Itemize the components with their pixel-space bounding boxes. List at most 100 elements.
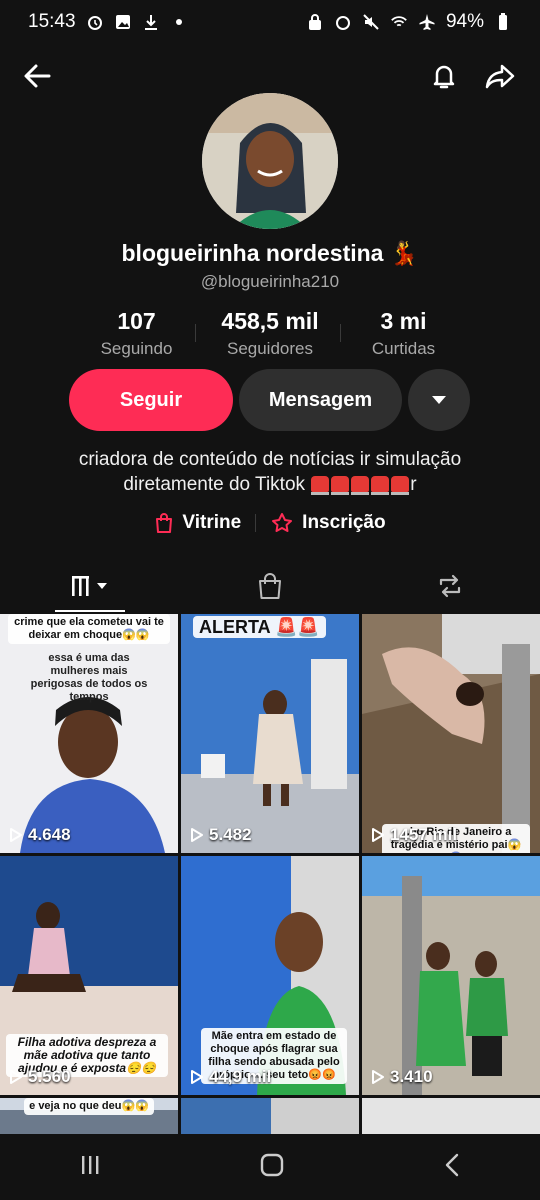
view-count-value: 5.482 [209, 825, 252, 844]
crown-star-icon [272, 513, 293, 532]
follow-button[interactable]: Seguir [69, 369, 233, 431]
stat-value: 458,5 mil [221, 308, 319, 334]
view-count-value: 44,9 mil [209, 1067, 272, 1086]
subscription-label: Inscrição [302, 512, 386, 533]
recent-apps-icon [82, 1155, 99, 1174]
bell-icon [433, 65, 455, 89]
avatar[interactable] [202, 93, 338, 229]
shopping-bag-icon [259, 573, 281, 599]
stat-value: 107 [117, 308, 156, 334]
tab-reposts[interactable] [360, 560, 540, 612]
stat-label: Seguidores [226, 339, 313, 358]
video-caption: crime que ela cometeu vai te deixar em c… [8, 614, 170, 644]
content-tabs [0, 560, 540, 612]
triangle-down-icon [432, 396, 446, 404]
showcase-link[interactable]: Vitrine [154, 512, 241, 534]
battery-percent: 94% [445, 11, 484, 32]
siren-emoji-icon [331, 476, 350, 495]
clock: 15:43 [28, 11, 76, 32]
video-tile[interactable]: Mãe entra em estado de choque após flagr… [181, 856, 359, 1095]
mute-icon [362, 13, 380, 31]
siren-emoji-icon [351, 476, 370, 495]
video-tile[interactable]: 3.410 [362, 856, 540, 1095]
repost-icon [439, 574, 461, 598]
notification-button[interactable] [424, 56, 464, 96]
suggested-accounts-button[interactable] [408, 369, 470, 431]
bio-line-1: criadora de conteúdo de notícias ir simu… [78, 449, 462, 470]
play-icon [191, 1070, 203, 1084]
image-icon [114, 13, 132, 31]
status-bar: 15:43 94% [0, 0, 540, 44]
profile-photo [202, 93, 338, 229]
view-count: 3.410 [372, 1067, 433, 1087]
video-tile[interactable] [181, 1098, 359, 1134]
subscription-link[interactable]: Inscrição [270, 512, 386, 534]
view-count-value: 3.410 [390, 1067, 433, 1086]
message-button[interactable]: Mensagem [239, 369, 402, 431]
play-icon [10, 828, 22, 842]
divider [195, 324, 196, 342]
video-tile[interactable]: e veja no que deu😱😱 [0, 1098, 178, 1134]
view-count-value: 1457 mil [390, 825, 458, 844]
stat-value: 3 mi [380, 308, 427, 334]
profile-bio: criadora de conteúdo de notícias ir simu… [40, 447, 500, 497]
lock-icon [306, 13, 324, 31]
airplane-icon [418, 13, 436, 31]
video-tile[interactable]: ALERTA 🚨🚨 5.482 [181, 614, 359, 853]
stat-following[interactable]: 107 Seguindo [70, 308, 203, 359]
alarm-icon [86, 13, 104, 31]
video-caption: essa é uma das mulheres mais perigosas d… [30, 652, 148, 703]
bio-text: diretamente do Tiktok [123, 474, 306, 495]
home-icon [260, 1153, 284, 1176]
stat-likes: 3 mi Curtidas [337, 308, 470, 359]
share-arrow-icon [485, 64, 515, 89]
view-count: 5.482 [191, 825, 252, 845]
video-thumbnail [362, 614, 540, 853]
video-caption: ALERTA 🚨🚨 [193, 616, 326, 638]
video-caption: e veja no que deu😱😱 [24, 1098, 154, 1115]
back-button[interactable] [17, 56, 57, 96]
video-tile[interactable]: crime que ela cometeu vai te deixar em c… [0, 614, 178, 853]
profile-links: Vitrine Inscrição [0, 512, 540, 534]
wifi-icon [390, 13, 408, 31]
share-button[interactable] [480, 56, 520, 96]
stat-label: Curtidas [371, 339, 436, 358]
view-count: 44,9 mil [191, 1067, 271, 1087]
showcase-label: Vitrine [182, 512, 242, 533]
video-tile[interactable]: ...ho Rio de Janeiro a tragédia e mistér… [362, 614, 540, 853]
video-thumbnail [362, 1098, 540, 1134]
siren-emoji-icon [391, 476, 410, 495]
home-button[interactable] [259, 1152, 285, 1183]
chevron-left-icon [445, 1153, 458, 1176]
video-tile[interactable]: Filha adotiva despreza a mãe adotiva que… [0, 856, 178, 1095]
dot-icon [170, 13, 188, 31]
download-icon [142, 13, 160, 31]
alarm-icon [334, 13, 352, 31]
recent-apps-button[interactable] [78, 1153, 102, 1182]
play-icon [372, 828, 384, 842]
stat-label: Seguindo [100, 339, 173, 358]
video-tile[interactable] [362, 1098, 540, 1134]
profile-name: blogueirinha nordestina 💃 [121, 240, 419, 266]
system-back-button[interactable] [442, 1152, 462, 1183]
view-count: 1457 mil [372, 825, 457, 845]
play-icon [372, 1070, 384, 1084]
shopping-bag-icon [156, 513, 173, 533]
siren-emoji-icon [311, 476, 330, 495]
tab-videos[interactable] [0, 560, 180, 612]
video-thumbnail [181, 1098, 359, 1134]
view-count: 5.560 [10, 1067, 71, 1087]
profile-stats: 107 Seguindo 458,5 mil Seguidores 3 mi C… [70, 308, 470, 359]
battery-icon [494, 13, 512, 31]
view-count-value: 5.560 [28, 1067, 71, 1086]
divider [340, 324, 341, 342]
profile-handle: @blogueirinha210 [200, 272, 340, 291]
system-navigation-bar [0, 1134, 540, 1200]
tab-shop[interactable] [180, 560, 360, 612]
view-count: 4.648 [10, 825, 71, 845]
stat-followers[interactable]: 458,5 mil Seguidores [204, 308, 337, 359]
view-count-value: 4.648 [28, 825, 71, 844]
bio-end: r [410, 474, 417, 495]
divider [255, 514, 257, 532]
siren-emoji-icon [371, 476, 390, 495]
